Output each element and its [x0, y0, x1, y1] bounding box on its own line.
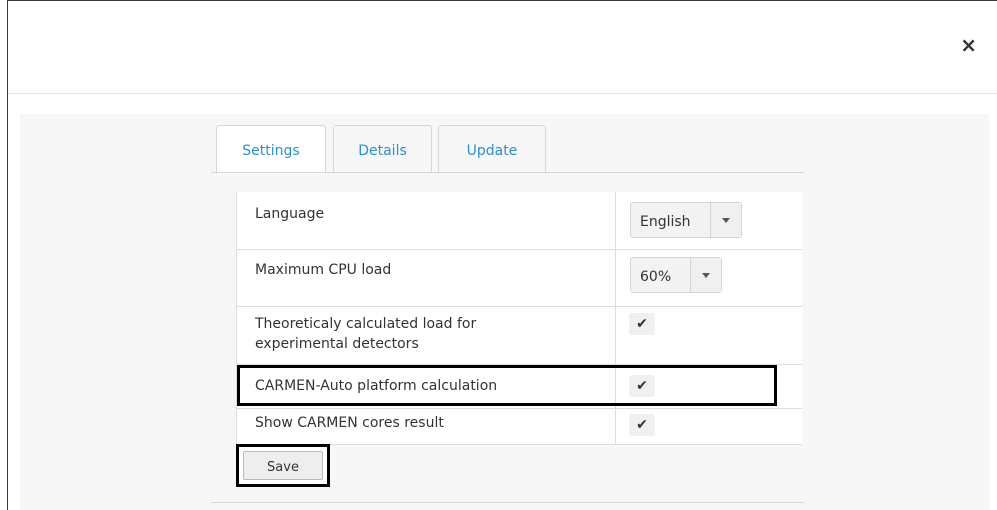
- language-select-value: English: [640, 214, 691, 230]
- theoretical-load-label-line2: experimental detectors: [255, 336, 419, 352]
- carmen-cores-label: Show CARMEN cores result: [255, 415, 444, 431]
- theoretical-load-checkbox[interactable]: ✔: [629, 313, 655, 335]
- cpu-load-label: Maximum CPU load: [255, 262, 392, 278]
- cpu-load-value-cell: 60%: [615, 250, 722, 306]
- settings-table: Language English Maximum CPU load 60% Th…: [236, 192, 802, 445]
- save-button-highlight: Save: [236, 444, 330, 487]
- language-value-cell: English: [615, 192, 742, 249]
- tab-update[interactable]: Update: [438, 125, 546, 173]
- highlight-box-carmen-auto: [237, 365, 777, 406]
- tabs-divider: [211, 172, 804, 173]
- carmen-cores-checkbox[interactable]: ✔: [629, 414, 655, 436]
- language-label: Language: [255, 206, 325, 222]
- theoretical-load-value-cell: ✔: [615, 307, 655, 364]
- cpu-load-select[interactable]: 60%: [630, 257, 722, 293]
- cpu-load-select-value: 60%: [640, 269, 672, 285]
- tab-settings[interactable]: Settings: [216, 125, 326, 174]
- panel-bottom-divider: [211, 502, 804, 503]
- row-cpu-load: Maximum CPU load 60%: [236, 250, 802, 307]
- chevron-down-icon[interactable]: [710, 203, 741, 237]
- theoretical-load-label: Theoreticaly calculated load for experim…: [255, 314, 476, 354]
- carmen-cores-value-cell: ✔: [615, 409, 655, 444]
- language-select[interactable]: English: [630, 202, 742, 238]
- close-icon[interactable]: ×: [960, 35, 977, 55]
- row-carmen-cores: Show CARMEN cores result ✔: [236, 409, 802, 445]
- row-language: Language English: [236, 192, 802, 250]
- save-button[interactable]: Save: [243, 451, 323, 480]
- tab-details[interactable]: Details: [333, 125, 432, 173]
- theoretical-load-label-line1: Theoreticaly calculated load for: [255, 316, 477, 332]
- chevron-down-icon[interactable]: [690, 258, 721, 292]
- row-theoretical-load: Theoreticaly calculated load for experim…: [236, 307, 802, 365]
- dialog-header: ×: [8, 1, 997, 94]
